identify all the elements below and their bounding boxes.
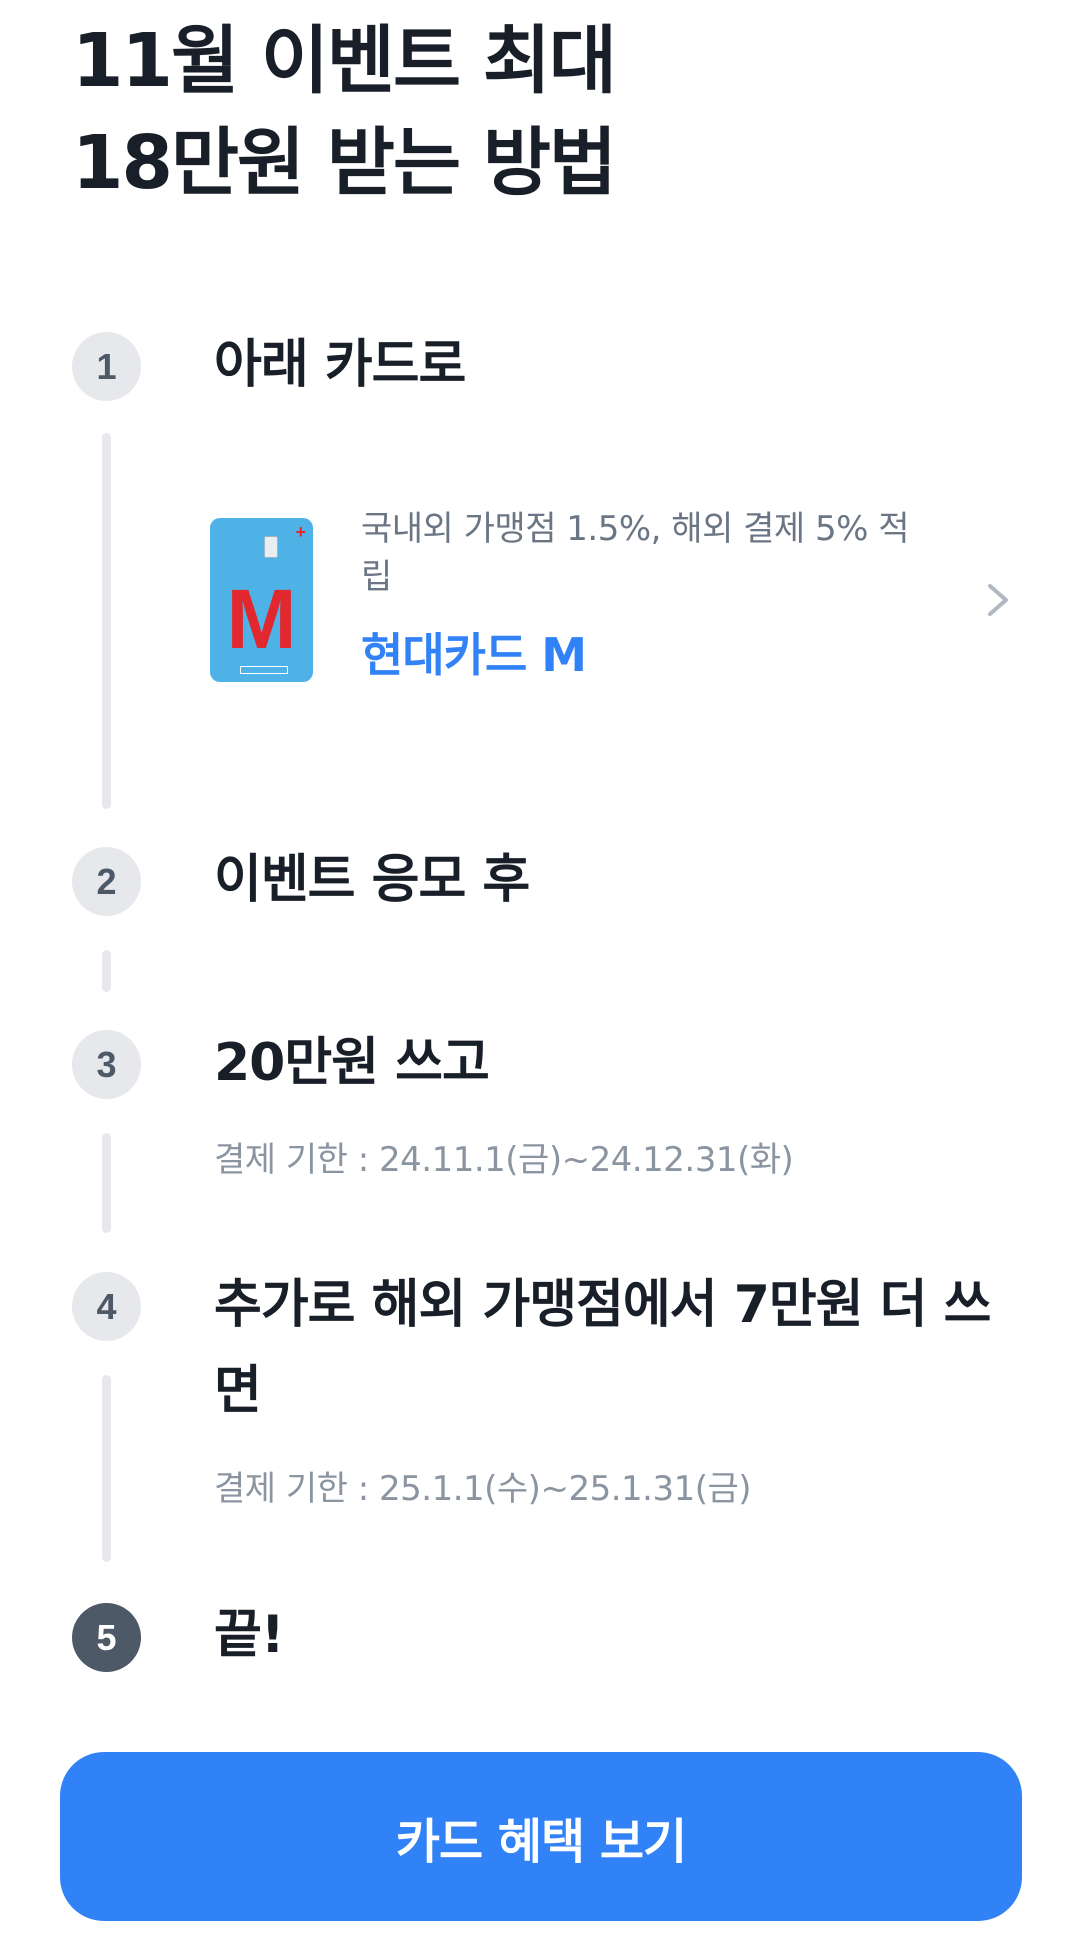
step-5-title: 끝!	[214, 1605, 285, 1665]
step-2-title: 이벤트 응모 후	[214, 850, 530, 910]
page-title: 11월 이벤트 최대 18만원 받는 방법	[72, 10, 617, 214]
step-4-payment-period: 결제 기한 : 25.1.1(수)~25.1.31(금)	[214, 1469, 752, 1509]
step-3-badge: 3	[72, 1030, 141, 1099]
step-connector	[102, 433, 111, 809]
step-connector	[102, 1375, 111, 1562]
page-title-line1: 11월 이벤트 최대	[72, 18, 617, 104]
step-3-title: 20만원 쓰고	[214, 1033, 490, 1093]
step-1-badge: 1	[72, 332, 141, 401]
card-plus-icon: +	[295, 522, 306, 542]
step-2-badge: 2	[72, 847, 141, 916]
page-title-line2: 18만원 받는 방법	[72, 120, 617, 206]
card-description: 국내외 가맹점 1.5%, 해외 결제 5% 적립	[361, 509, 910, 597]
step-4-title: 추가로 해외 가맹점에서 7만원 더 쓰면	[214, 1275, 991, 1421]
step-1-title: 아래 카드로	[214, 335, 466, 395]
step-5-badge: 5	[72, 1603, 141, 1672]
card-logo-letter: M	[227, 584, 297, 652]
step-3-payment-period: 결제 기한 : 24.11.1(금)~24.12.31(화)	[214, 1140, 794, 1180]
card-image: + M	[210, 518, 313, 682]
step-connector	[102, 1133, 111, 1233]
card-item[interactable]: + M 국내외 가맹점 1.5%, 해외 결제 5% 적립 현대카드 M	[210, 505, 1030, 685]
step-connector	[102, 950, 111, 992]
view-card-benefits-button[interactable]: 카드 혜택 보기	[60, 1752, 1022, 1921]
step-4-badge: 4	[72, 1272, 141, 1341]
svg-text:M: M	[227, 584, 297, 652]
card-chip-icon	[264, 536, 278, 558]
chevron-right-icon[interactable]	[980, 580, 1016, 620]
card-name[interactable]: 현대카드 M	[361, 623, 587, 687]
card-strip	[240, 666, 288, 674]
